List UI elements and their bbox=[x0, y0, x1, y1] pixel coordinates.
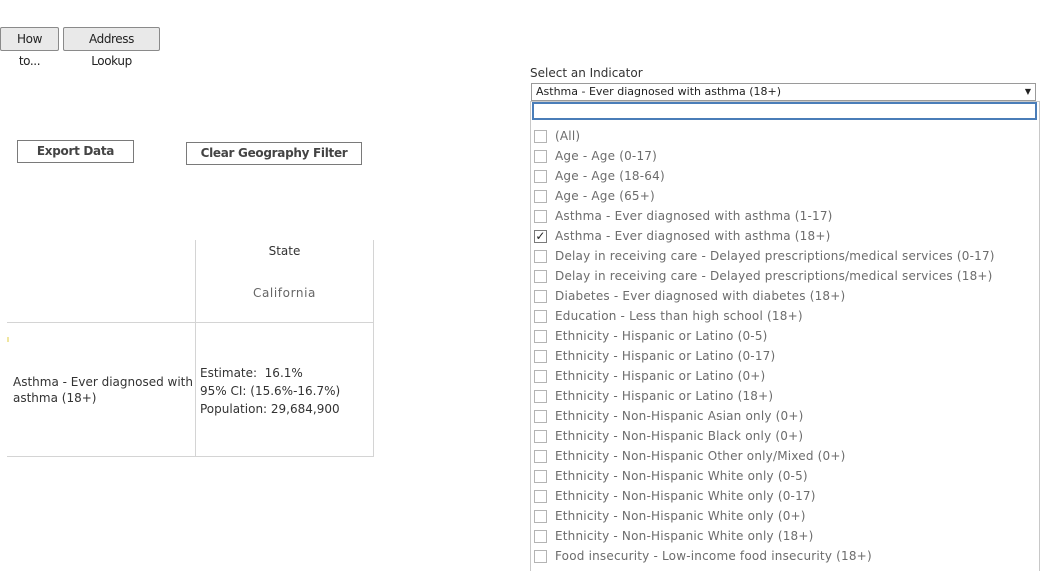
checkbox-icon[interactable] bbox=[534, 129, 547, 143]
table-divider-right bbox=[373, 240, 374, 457]
checkbox-icon[interactable] bbox=[534, 289, 547, 303]
indicator-option-label: Ethnicity - Non-Hispanic Other only/Mixe… bbox=[555, 449, 846, 463]
column-value-california[interactable]: California bbox=[196, 286, 373, 300]
indicator-option-label: Delay in receiving care - Delayed prescr… bbox=[555, 249, 995, 263]
indicator-option[interactable]: Ethnicity - Non-Hispanic Black only (0+) bbox=[534, 426, 1024, 446]
dropdown-arrow-icon[interactable]: ▼ bbox=[1025, 84, 1031, 100]
estimate-text: Estimate: 16.1% bbox=[200, 366, 303, 380]
checkbox-icon[interactable] bbox=[534, 169, 547, 183]
indicator-option-label: Asthma - Ever diagnosed with asthma (18+… bbox=[555, 229, 831, 243]
checkbox-icon[interactable] bbox=[534, 529, 547, 543]
checkbox-icon[interactable] bbox=[534, 349, 547, 363]
indicator-search-input[interactable] bbox=[532, 102, 1037, 120]
table-divider-left bbox=[195, 240, 196, 457]
indicator-option[interactable]: Age - Age (65+) bbox=[534, 186, 1024, 206]
indicator-option[interactable]: Ethnicity - Hispanic or Latino (0-17) bbox=[534, 346, 1024, 366]
indicator-option[interactable]: Food insecurity - Low-income food insecu… bbox=[534, 546, 1024, 566]
indicator-option[interactable]: Delay in receiving care - Delayed prescr… bbox=[534, 266, 1024, 286]
table-header-divider bbox=[7, 322, 374, 323]
checkbox-icon[interactable] bbox=[534, 549, 547, 563]
indicator-option-label: Education - Less than high school (18+) bbox=[555, 309, 803, 323]
indicator-option[interactable]: Ethnicity - Non-Hispanic White only (18+… bbox=[534, 526, 1024, 546]
checkbox-icon[interactable] bbox=[534, 369, 547, 383]
indicator-dropdown[interactable]: Asthma - Ever diagnosed with asthma (18+… bbox=[531, 83, 1036, 101]
checkbox-icon[interactable] bbox=[534, 469, 547, 483]
checkbox-icon[interactable] bbox=[534, 249, 547, 263]
checkbox-icon[interactable] bbox=[534, 509, 547, 523]
indicator-option[interactable]: Age - Age (18-64) bbox=[534, 166, 1024, 186]
indicator-option-label: Age - Age (18-64) bbox=[555, 169, 665, 183]
indicator-option[interactable]: Age - Age (0-17) bbox=[534, 146, 1024, 166]
table-bottom-border bbox=[7, 456, 374, 457]
indicator-option[interactable]: Ethnicity - Hispanic or Latino (18+) bbox=[534, 386, 1024, 406]
checkbox-icon[interactable] bbox=[534, 429, 547, 443]
indicator-option-label: Ethnicity - Non-Hispanic Asian only (0+) bbox=[555, 409, 804, 423]
indicator-option[interactable]: Ethnicity - Non-Hispanic White only (0+) bbox=[534, 506, 1024, 526]
row-highlight-marker bbox=[7, 337, 9, 342]
indicator-option[interactable]: Diabetes - Ever diagnosed with diabetes … bbox=[534, 286, 1024, 306]
indicator-option-label: Ethnicity - Non-Hispanic White only (0-5… bbox=[555, 469, 808, 483]
indicator-option[interactable]: Asthma - Ever diagnosed with asthma (1-1… bbox=[534, 206, 1024, 226]
indicator-option-label: Ethnicity - Hispanic or Latino (0-17) bbox=[555, 349, 776, 363]
checkbox-icon[interactable] bbox=[534, 329, 547, 343]
indicator-option[interactable]: ✓ Asthma - Ever diagnosed with asthma (18… bbox=[534, 226, 1024, 246]
indicator-option-label: Delay in receiving care - Delayed prescr… bbox=[555, 269, 993, 283]
indicator-option[interactable]: Ethnicity - Non-Hispanic Other only/Mixe… bbox=[534, 446, 1024, 466]
checkbox-icon[interactable] bbox=[534, 309, 547, 323]
indicator-option[interactable]: Ethnicity - Non-Hispanic White only (0-1… bbox=[534, 486, 1024, 506]
indicator-option-label: Ethnicity - Non-Hispanic Black only (0+) bbox=[555, 429, 804, 443]
indicator-option-label: Ethnicity - Hispanic or Latino (18+) bbox=[555, 389, 774, 403]
indicator-label: Select an Indicator bbox=[530, 66, 643, 80]
export-data-button[interactable]: Export Data bbox=[17, 140, 134, 163]
clear-geography-filter-button[interactable]: Clear Geography Filter bbox=[186, 142, 362, 165]
ci-text: 95% CI: (15.6%-16.7%) bbox=[200, 384, 341, 398]
indicator-option[interactable]: Education - Less than high school (18+) bbox=[534, 306, 1024, 326]
indicator-option-label: Age - Age (0-17) bbox=[555, 149, 657, 163]
checkbox-icon[interactable] bbox=[534, 409, 547, 423]
indicator-option-label: Ethnicity - Hispanic or Latino (0-5) bbox=[555, 329, 768, 343]
checkbox-icon[interactable] bbox=[534, 449, 547, 463]
checkbox-icon[interactable] bbox=[534, 489, 547, 503]
indicator-option-label: Asthma - Ever diagnosed with asthma (1-1… bbox=[555, 209, 833, 223]
table-cell-estimate[interactable]: Estimate: 16.1% 95% CI: (15.6%-16.7%) Po… bbox=[200, 364, 340, 418]
indicator-option[interactable]: (All) bbox=[534, 126, 1024, 146]
checkbox-icon[interactable] bbox=[534, 269, 547, 283]
indicator-option-label: Food insecurity - Low-income food insecu… bbox=[555, 549, 872, 563]
checkbox-icon[interactable] bbox=[534, 389, 547, 403]
indicator-option-label: Ethnicity - Hispanic or Latino (0+) bbox=[555, 369, 766, 383]
indicator-option-label: Ethnicity - Non-Hispanic White only (0+) bbox=[555, 509, 806, 523]
checkbox-icon[interactable] bbox=[534, 149, 547, 163]
population-text: Population: 29,684,900 bbox=[200, 402, 340, 416]
checkbox-icon[interactable] bbox=[534, 209, 547, 223]
indicator-option[interactable]: Delay in receiving care - Delayed prescr… bbox=[534, 246, 1024, 266]
indicator-option[interactable]: Ethnicity - Non-Hispanic White only (0-5… bbox=[534, 466, 1024, 486]
indicator-option[interactable]: Ethnicity - Hispanic or Latino (0+) bbox=[534, 366, 1024, 386]
row-header-indicator: Asthma - Ever diagnosed with asthma (18+… bbox=[13, 375, 193, 405]
indicator-option-label: Ethnicity - Non-Hispanic White only (0-1… bbox=[555, 489, 816, 503]
indicator-option[interactable]: Ethnicity - Hispanic or Latino (0-5) bbox=[534, 326, 1024, 346]
indicator-option-label: Age - Age (65+) bbox=[555, 189, 655, 203]
indicator-option[interactable]: Ethnicity - Non-Hispanic Asian only (0+) bbox=[534, 406, 1024, 426]
how-to-button[interactable]: How to... bbox=[0, 27, 59, 68]
address-lookup-button[interactable]: Address Lookup bbox=[63, 27, 160, 68]
indicator-option-label: (All) bbox=[555, 129, 581, 143]
indicator-option-label: Diabetes - Ever diagnosed with diabetes … bbox=[555, 289, 846, 303]
checkbox-checked-icon[interactable]: ✓ bbox=[534, 229, 547, 243]
column-header-state: State bbox=[268, 244, 301, 258]
indicator-option-label: Ethnicity - Non-Hispanic White only (18+… bbox=[555, 529, 814, 543]
indicator-selected-value: Asthma - Ever diagnosed with asthma (18+… bbox=[536, 85, 781, 98]
checkbox-icon[interactable] bbox=[534, 189, 547, 203]
